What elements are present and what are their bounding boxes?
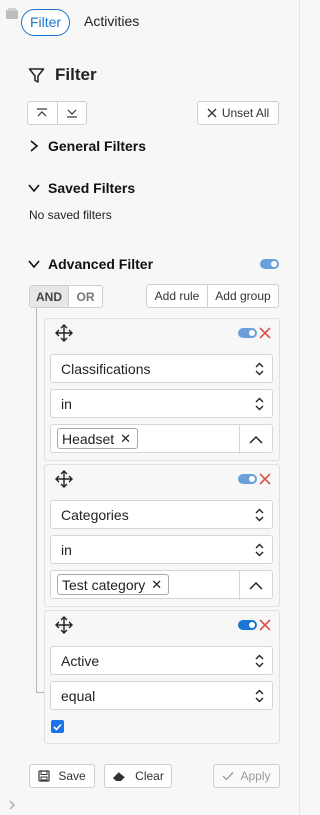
move-icon[interactable] [55, 616, 73, 634]
multiselect-toggle-button[interactable] [239, 425, 272, 454]
combinator-toggle: AND OR [29, 285, 103, 308]
add-rule-button[interactable]: Add rule [147, 285, 208, 307]
chip-remove-icon[interactable]: ✕ [120, 431, 131, 447]
page-title-row: Filter [28, 64, 97, 86]
rule-field-select[interactable]: Categories [50, 500, 273, 529]
eraser-icon [113, 771, 126, 781]
saved-filters-empty: No saved filters [29, 208, 112, 222]
rule-enable-toggle[interactable] [238, 620, 257, 630]
rule-operator-select[interactable]: equal [50, 681, 273, 710]
save-button[interactable]: Save [29, 764, 95, 788]
remove-rule-icon[interactable] [259, 473, 271, 485]
value-chip-label: Test category [62, 576, 146, 593]
apply-button[interactable]: Apply [213, 764, 280, 788]
add-group-button[interactable]: Add group [208, 285, 278, 307]
clear-button[interactable]: Clear [104, 764, 172, 788]
value-chip-label: Headset [62, 430, 115, 447]
collapse-expand-group [27, 101, 87, 125]
group-connector-foot [36, 692, 44, 693]
move-icon[interactable] [55, 470, 73, 488]
select-arrows-icon [255, 689, 264, 703]
chevron-right-icon [30, 140, 39, 152]
multiselect-toggle-button[interactable] [239, 571, 272, 600]
select-arrows-icon [255, 654, 264, 668]
window-icon [6, 8, 18, 19]
rule-field-value: Active [61, 652, 100, 669]
rule-field-value: Categories [61, 506, 129, 523]
saved-filters-header[interactable]: Saved Filters [28, 180, 135, 196]
rule-field-select[interactable]: Classifications [50, 354, 273, 383]
filter-icon [28, 67, 45, 83]
chevron-right-icon[interactable] [8, 799, 16, 811]
rule-operator-select[interactable]: in [50, 389, 273, 418]
rule-field-select[interactable]: Active [50, 646, 273, 675]
advanced-filter-header[interactable]: Advanced Filter [28, 256, 153, 272]
collapse-all-button[interactable] [28, 102, 58, 124]
saved-filters-label: Saved Filters [48, 180, 136, 196]
rule-card [44, 610, 280, 744]
unset-all-button[interactable]: Unset All [197, 101, 279, 125]
rule-operator-value: equal [61, 687, 96, 704]
collapse-all-icon [37, 108, 48, 117]
expand-all-icon [66, 109, 77, 118]
rule-operator-value: in [61, 541, 72, 558]
chevron-up-icon [249, 435, 263, 444]
chip-remove-icon[interactable]: ✕ [151, 577, 162, 593]
filter-panel: Filter Activities Filter Unset All Gener… [0, 0, 300, 815]
value-chip: Headset ✕ [57, 428, 139, 449]
check-icon [53, 723, 62, 731]
advanced-filter-label: Advanced Filter [48, 256, 154, 272]
move-icon[interactable] [55, 324, 73, 342]
select-arrows-icon [255, 508, 264, 522]
save-label: Save [58, 769, 86, 783]
expand-all-button[interactable] [58, 102, 87, 124]
group-connector-line [36, 307, 37, 693]
clear-label: Clear [135, 769, 164, 783]
select-arrows-icon [255, 543, 264, 557]
combinator-and-button[interactable]: AND [30, 286, 69, 307]
select-arrows-icon [255, 397, 264, 411]
tab-activities[interactable]: Activities [84, 9, 139, 36]
save-icon [38, 770, 50, 782]
page-title: Filter [55, 65, 97, 84]
rule-enable-toggle[interactable] [238, 474, 257, 484]
combinator-or-button[interactable]: OR [69, 286, 102, 307]
rule-value-multiselect[interactable]: Headset ✕ [50, 424, 273, 454]
rule-value-multiselect[interactable]: Test category ✕ [50, 570, 273, 600]
chevron-up-icon [249, 581, 263, 590]
value-chip: Test category ✕ [57, 574, 170, 595]
unset-all-label: Unset All [221, 106, 270, 120]
rule-value-checkbox[interactable] [51, 720, 64, 733]
rule-field-value: Classifications [61, 360, 151, 377]
select-arrows-icon [255, 362, 264, 376]
rule-operator-value: in [61, 395, 72, 412]
general-filters-header[interactable]: General Filters [28, 138, 146, 154]
rule-enable-toggle[interactable] [238, 328, 257, 338]
chevron-down-icon [28, 260, 40, 269]
chevron-down-icon [28, 184, 40, 193]
rule-operator-select[interactable]: in [50, 535, 273, 564]
advanced-filter-toggle[interactable] [260, 259, 279, 269]
remove-rule-icon[interactable] [259, 327, 271, 339]
tab-filter[interactable]: Filter [21, 9, 70, 36]
general-filters-label: General Filters [48, 138, 147, 154]
check-icon [223, 772, 234, 781]
apply-label: Apply [240, 769, 271, 783]
close-icon [207, 108, 217, 118]
add-actions-group: Add rule Add group [146, 284, 279, 308]
remove-rule-icon[interactable] [259, 619, 271, 631]
